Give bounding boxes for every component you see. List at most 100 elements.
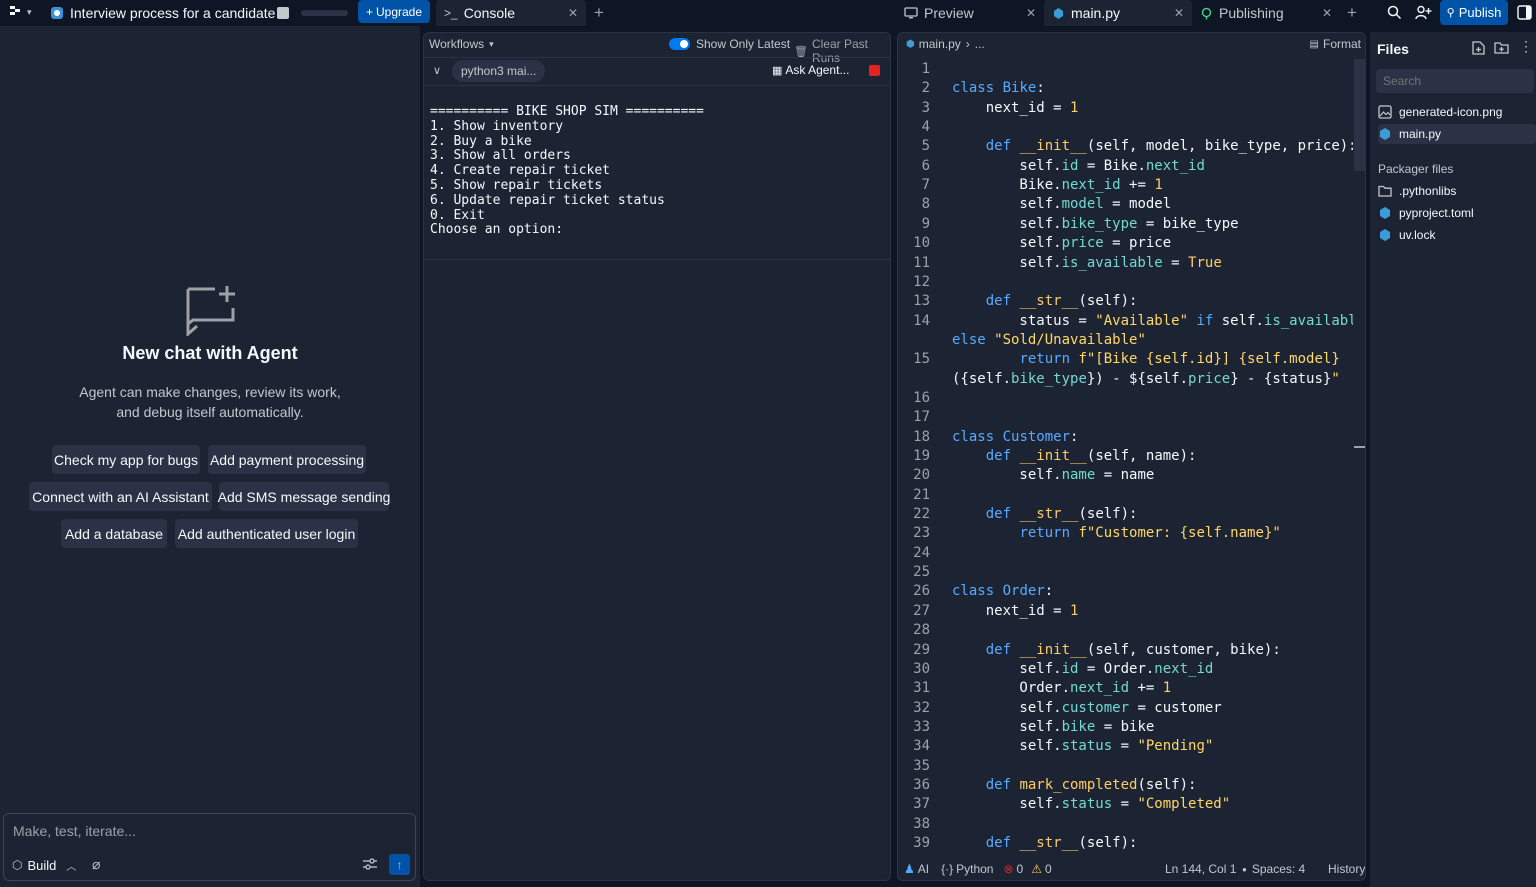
add-tab-button[interactable]: +: [594, 3, 604, 23]
ask-agent-button[interactable]: ▦ Ask Agent...: [772, 63, 849, 77]
upgrade-button[interactable]: + Upgrade: [358, 0, 430, 23]
code-line[interactable]: 8 self.model = model: [898, 195, 1353, 214]
code-line[interactable]: 9 self.bike_type = bike_type: [898, 215, 1353, 234]
workflows-dropdown[interactable]: Workflows ▾: [429, 37, 494, 51]
code-line[interactable]: 10 self.price = price: [898, 234, 1353, 253]
code-line[interactable]: 7 Bike.next_id += 1: [898, 176, 1353, 195]
code-line[interactable]: 39 def __str__(self):: [898, 834, 1353, 853]
chevron-down-icon[interactable]: ∨: [433, 64, 441, 77]
send-button[interactable]: ↑: [389, 854, 410, 875]
mode-selector[interactable]: ⬡ Build ︿: [12, 854, 76, 876]
code-line[interactable]: 33 self.bike = bike: [898, 718, 1353, 737]
show-only-latest-toggle[interactable]: Show Only Latest: [669, 37, 790, 51]
agent-input[interactable]: Make, test, iterate...: [13, 823, 136, 839]
file-item-pyproject[interactable]: pyproject.toml: [1378, 203, 1536, 223]
code-line[interactable]: 36 def mark_completed(self):: [898, 776, 1353, 795]
code-line[interactable]: 35: [898, 757, 1353, 776]
code-line[interactable]: 11 self.is_available = True: [898, 254, 1353, 273]
code-line[interactable]: 4: [898, 118, 1353, 137]
close-icon[interactable]: ✕: [1026, 6, 1036, 20]
tab-console[interactable]: >_ Console ✕: [436, 0, 586, 26]
code-line[interactable]: 30 self.id = Order.next_id: [898, 660, 1353, 679]
ai-status[interactable]: ♟ AI: [904, 862, 929, 876]
file-item-main-py[interactable]: main.py: [1378, 124, 1536, 144]
code-line[interactable]: 19 def __init__(self, name):: [898, 447, 1353, 466]
language-status[interactable]: {·} Python: [941, 862, 993, 876]
code-line[interactable]: 28: [898, 621, 1353, 640]
code-line[interactable]: 15 return f"[Bike {self.id}] {self.model…: [898, 350, 1353, 369]
scrollbar[interactable]: [1354, 58, 1365, 855]
warnings-status[interactable]: ⚠ 0: [1031, 862, 1051, 876]
code-line[interactable]: 37 self.status = "Completed": [898, 795, 1353, 814]
tab-publishing[interactable]: Publishing ✕: [1192, 0, 1340, 26]
code-line[interactable]: 20 self.name = name: [898, 466, 1353, 485]
project-title[interactable]: Interview process for a candidate: [50, 5, 275, 21]
code-line[interactable]: 6 self.id = Bike.next_id: [898, 157, 1353, 176]
code-area[interactable]: 1 2 class Bike: 3 next_id = 145 def __init_…: [898, 60, 1353, 854]
code-line[interactable]: 17: [898, 408, 1353, 427]
code-line[interactable]: 32 self.customer = customer: [898, 699, 1353, 718]
code-line[interactable]: 18 class Customer:: [898, 428, 1353, 447]
code-line[interactable]: 2 class Bike:: [898, 79, 1353, 98]
code-line[interactable]: 1: [898, 60, 1353, 79]
code-line[interactable]: 34 self.status = "Pending": [898, 737, 1353, 756]
code-line[interactable]: 12: [898, 273, 1353, 292]
code-line[interactable]: 22 def __str__(self):: [898, 505, 1353, 524]
suggestion-chip[interactable]: Connect with an AI Assistant: [29, 482, 212, 511]
code-line[interactable]: else "Sold/Unavailable": [898, 331, 1353, 350]
stop-square-icon[interactable]: [277, 7, 289, 19]
suggestion-chip[interactable]: Add a database: [61, 519, 167, 548]
stop-button[interactable]: [869, 65, 880, 76]
toggle-sidebar-icon[interactable]: [1517, 5, 1532, 20]
add-tab-button[interactable]: +: [1347, 3, 1357, 23]
suggestion-chip[interactable]: Add payment processing: [208, 445, 366, 474]
code-line[interactable]: 38: [898, 815, 1353, 834]
code-line[interactable]: 5 def __init__(self, model, bike_type, p…: [898, 137, 1353, 156]
history-button[interactable]: History↺: [1328, 862, 1365, 876]
suggestion-chip[interactable]: Add authenticated user login: [175, 519, 358, 548]
spaces-status[interactable]: ● Spaces: 4: [1242, 862, 1305, 876]
publish-button[interactable]: ⚲ Publish: [1440, 0, 1508, 25]
scrollbar-thumb[interactable]: [1354, 59, 1365, 171]
code-line[interactable]: 23 return f"Customer: {self.name}": [898, 524, 1353, 543]
code-line[interactable]: 13 def __str__(self):: [898, 292, 1353, 311]
code-line[interactable]: 27 next_id = 1: [898, 602, 1353, 621]
cursor-position[interactable]: Ln 144, Col 1: [1165, 862, 1236, 876]
more-options-icon[interactable]: ⋮: [1519, 38, 1533, 55]
code-line[interactable]: 21: [898, 486, 1353, 505]
file-item-uv-lock[interactable]: uv.lock: [1378, 225, 1536, 245]
toggle-switch[interactable]: [669, 38, 690, 50]
search-icon[interactable]: [1387, 5, 1402, 20]
close-icon[interactable]: ✕: [1174, 6, 1184, 20]
code-line[interactable]: 3 next_id = 1: [898, 99, 1353, 118]
run-name-badge[interactable]: python3 mai...: [452, 60, 546, 82]
breadcrumb[interactable]: ⬢ main.py › ...: [906, 37, 985, 51]
close-icon[interactable]: ✕: [1322, 6, 1332, 20]
new-file-icon[interactable]: [1472, 41, 1485, 55]
format-button[interactable]: ▤ Format: [1310, 37, 1361, 51]
code-line[interactable]: 25: [898, 563, 1353, 582]
file-item-generated-icon[interactable]: generated-icon.png: [1378, 102, 1536, 122]
close-icon[interactable]: ✕: [568, 6, 578, 20]
file-item-pythonlibs[interactable]: .pythonlibs: [1378, 181, 1536, 201]
workspace-menu-button[interactable]: ▾: [10, 6, 32, 18]
suggestion-chip[interactable]: Check my app for bugs: [52, 445, 200, 474]
code-line[interactable]: 29 def __init__(self, customer, bike):: [898, 641, 1353, 660]
attach-icon[interactable]: ⌀: [92, 856, 100, 873]
code-line[interactable]: 31 Order.next_id += 1: [898, 679, 1353, 698]
code-line[interactable]: 14 status = "Available" if self.is_avail…: [898, 312, 1353, 331]
code-line[interactable]: 16: [898, 389, 1353, 408]
settings-sliders-icon[interactable]: [363, 858, 377, 870]
tab-main-py[interactable]: main.py ✕: [1044, 0, 1192, 26]
tab-preview[interactable]: Preview ✕: [896, 0, 1044, 26]
new-folder-icon[interactable]: [1494, 41, 1509, 54]
files-search-input[interactable]: [1376, 69, 1534, 93]
clear-past-runs-button[interactable]: 🗑 Clear Past Runs: [794, 37, 890, 65]
invite-user-icon[interactable]: [1415, 5, 1432, 20]
code-line[interactable]: 26 class Order:: [898, 582, 1353, 601]
suggestion-chip[interactable]: Add SMS message sending: [218, 482, 390, 511]
code-line[interactable]: 24: [898, 544, 1353, 563]
code-line[interactable]: ({self.bike_type}) - ${self.price} - {st…: [898, 370, 1353, 389]
agent-input-box[interactable]: Make, test, iterate... ⬡ Build ︿ ⌀ ↑: [3, 813, 416, 881]
errors-status[interactable]: ⊗ 0: [1003, 862, 1023, 876]
